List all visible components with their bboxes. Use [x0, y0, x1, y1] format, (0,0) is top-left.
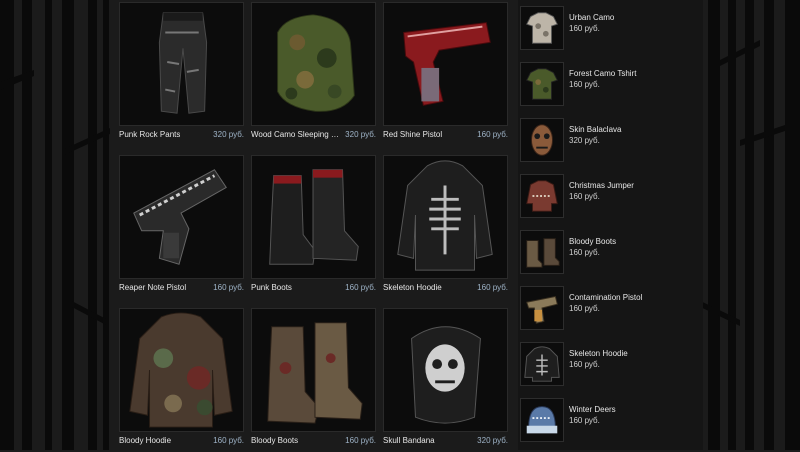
item-price: 320 руб. [477, 436, 508, 445]
tshirt-icon [526, 68, 558, 100]
item-name[interactable]: Bloody Boots [251, 436, 298, 445]
item-price: 320 руб. [345, 130, 376, 139]
sidebar-item[interactable]: Skin Balaclava 320 руб. [518, 118, 703, 164]
beanie-icon [526, 406, 558, 434]
item-price: 160 руб. [213, 283, 244, 292]
sidebar-item-name[interactable]: Urban Camo [569, 13, 614, 22]
catalog-item[interactable]: Punk Rock Pants 320 руб. [119, 2, 244, 142]
catalog-item[interactable]: Wood Camo Sleeping Bag 320 руб. [251, 2, 376, 142]
sidebar-item[interactable]: Contamination Pistol 160 руб. [518, 286, 703, 332]
sidebar-item-name[interactable]: Christmas Jumper [569, 181, 634, 190]
boots-icon [269, 169, 359, 265]
catalog-item[interactable]: Bloody Hoodie 160 руб. [119, 308, 244, 448]
item-price: 160 руб. [213, 436, 244, 445]
item-name[interactable]: Skeleton Hoodie [383, 283, 442, 292]
catalog-item[interactable]: Red Shine Pistol 160 руб. [383, 2, 508, 142]
sidebar-item[interactable]: Forest Camo Tshirt 160 руб. [518, 62, 703, 108]
item-price: 160 руб. [477, 283, 508, 292]
item-image[interactable] [119, 2, 244, 126]
sidebar-item-image[interactable] [520, 342, 564, 386]
item-image[interactable] [383, 155, 508, 279]
catalog-item[interactable]: Punk Boots 160 руб. [251, 155, 376, 295]
pistol-icon [133, 169, 227, 265]
sidebar-item-image[interactable] [520, 398, 564, 442]
sidebar-item[interactable]: Skeleton Hoodie 160 руб. [518, 342, 703, 388]
item-price: 160 руб. [345, 283, 376, 292]
bandana-icon [411, 326, 481, 424]
sidebar-item-image[interactable] [520, 174, 564, 218]
hoodie-icon [524, 346, 560, 382]
item-name[interactable]: Punk Rock Pants [119, 130, 180, 139]
item-image[interactable] [251, 308, 376, 432]
sidebar-item-image[interactable] [520, 62, 564, 106]
sidebar-item-price: 160 руб. [569, 192, 600, 201]
sidebar-item[interactable]: Winter Deers 160 руб. [518, 398, 703, 444]
item-name[interactable]: Reaper Note Pistol [119, 283, 186, 292]
item-image[interactable] [119, 308, 244, 432]
pistol-icon [526, 295, 558, 324]
sidebar-item[interactable]: Urban Camo 160 руб. [518, 6, 703, 52]
item-price: 320 руб. [213, 130, 244, 139]
item-price: 160 руб. [345, 436, 376, 445]
sidebar-item-price: 160 руб. [569, 360, 600, 369]
sidebar-item-price: 160 руб. [569, 80, 600, 89]
item-name[interactable]: Wood Camo Sleeping Bag [251, 130, 341, 139]
sidebar-item-price: 160 руб. [569, 24, 600, 33]
hoodie-icon [397, 160, 493, 271]
sidebar-list: Urban Camo 160 руб. Forest Camo Tshirt 1… [518, 0, 703, 450]
boots-icon [526, 238, 560, 268]
balaclava-icon [531, 124, 553, 156]
boots-icon [267, 322, 363, 424]
sleeping-bag-icon [277, 14, 355, 112]
catalog-item[interactable]: Reaper Note Pistol 160 руб. [119, 155, 244, 295]
catalog-item[interactable]: Skull Bandana 320 руб. [383, 308, 508, 448]
item-image[interactable] [251, 155, 376, 279]
sidebar-item-price: 320 руб. [569, 136, 600, 145]
sidebar-item-name[interactable]: Skeleton Hoodie [569, 349, 628, 358]
sidebar-item-image[interactable] [520, 286, 564, 330]
sidebar-item-name[interactable]: Winter Deers [569, 405, 616, 414]
item-name[interactable]: Punk Boots [251, 283, 292, 292]
pants-icon [158, 12, 208, 114]
item-image[interactable] [251, 2, 376, 126]
item-image[interactable] [383, 308, 508, 432]
sidebar-item-price: 160 руб. [569, 248, 600, 257]
jumper-icon [526, 180, 558, 212]
sidebar-item-price: 160 руб. [569, 304, 600, 313]
pistol-icon [403, 22, 491, 106]
sidebar-item-name[interactable]: Forest Camo Tshirt [569, 69, 636, 78]
sidebar-item-image[interactable] [520, 6, 564, 50]
catalog-item[interactable]: Skeleton Hoodie 160 руб. [383, 155, 508, 295]
sidebar-item[interactable]: Christmas Jumper 160 руб. [518, 174, 703, 220]
catalog-item[interactable]: Bloody Boots 160 руб. [251, 308, 376, 448]
hoodie-icon [129, 312, 233, 428]
sidebar-item-image[interactable] [520, 118, 564, 162]
sidebar-item-name[interactable]: Skin Balaclava [569, 125, 621, 134]
item-name[interactable]: Skull Bandana [383, 436, 435, 445]
item-price: 160 руб. [477, 130, 508, 139]
item-image[interactable] [383, 2, 508, 126]
item-name[interactable]: Red Shine Pistol [383, 130, 442, 139]
sidebar-item-name[interactable]: Bloody Boots [569, 237, 616, 246]
sidebar-item-image[interactable] [520, 230, 564, 274]
sidebar-item-price: 160 руб. [569, 416, 600, 425]
sidebar-item-name[interactable]: Contamination Pistol [569, 293, 642, 302]
item-name[interactable]: Bloody Hoodie [119, 436, 171, 445]
sidebar-item[interactable]: Bloody Boots 160 руб. [518, 230, 703, 276]
item-image[interactable] [119, 155, 244, 279]
catalog-grid: Punk Rock Pants 320 руб. Wood Camo Sleep… [119, 2, 508, 452]
tshirt-icon [526, 12, 558, 44]
